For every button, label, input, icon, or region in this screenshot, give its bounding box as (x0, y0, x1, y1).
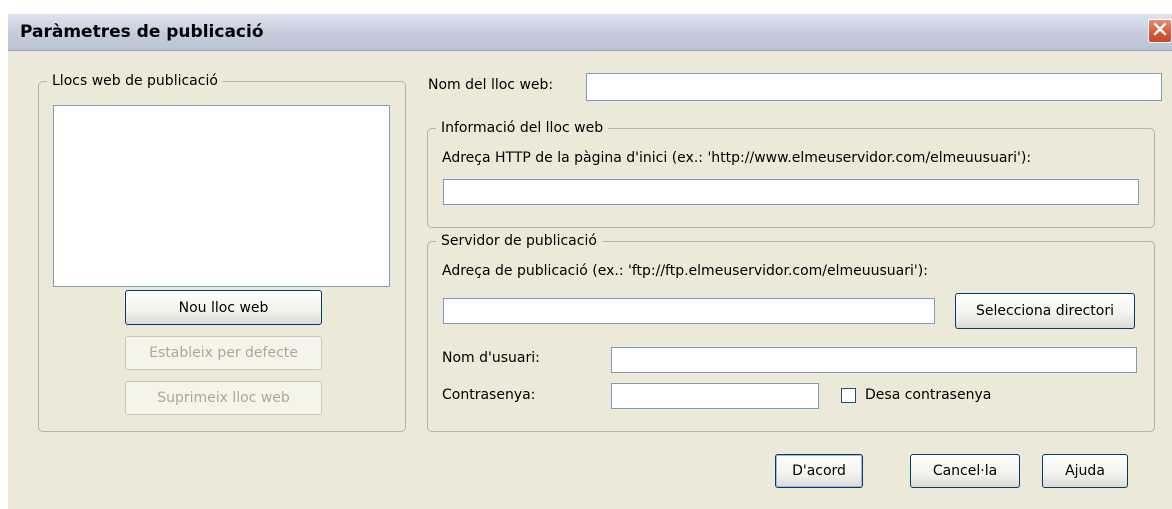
ok-button[interactable]: D'acord (775, 454, 863, 488)
site-name-input[interactable] (586, 73, 1162, 101)
help-button[interactable]: Ajuda (1042, 454, 1128, 488)
cancel-button[interactable]: Cancel·la (910, 454, 1020, 488)
background-page-strip (0, 0, 1172, 10)
server-group-legend: Servidor de publicació (436, 232, 602, 250)
site-info-legend: Informació del lloc web (436, 119, 609, 137)
publish-url-label: Adreça de publicació (ex.: 'ftp://ftp.el… (442, 263, 928, 279)
close-button[interactable] (1148, 19, 1172, 43)
set-default-button[interactable]: Estableix per defecte (125, 336, 322, 370)
site-name-label: Nom del lloc web: (428, 77, 554, 93)
username-input[interactable] (611, 347, 1137, 373)
password-input[interactable] (611, 383, 819, 409)
select-directory-button[interactable]: Selecciona directori (955, 293, 1135, 329)
save-password-checkbox[interactable] (841, 388, 856, 403)
homepage-url-label: Adreça HTTP de la pàgina d'inici (ex.: '… (442, 150, 1032, 166)
new-site-button[interactable]: Nou lloc web (125, 290, 322, 325)
password-label: Contrasenya: (442, 387, 536, 403)
publish-url-input[interactable] (443, 298, 935, 324)
homepage-url-input[interactable] (443, 179, 1139, 205)
sites-list[interactable] (53, 105, 390, 287)
sites-group-legend: Llocs web de publicació (47, 72, 223, 90)
site-info-group: Informació del lloc web (427, 119, 1155, 228)
title-bar: Paràmetres de publicació (8, 14, 1172, 51)
delete-site-button[interactable]: Suprimeix lloc web (125, 381, 322, 415)
close-icon (1153, 22, 1167, 40)
dialog-title: Paràmetres de publicació (20, 22, 264, 42)
save-password-label[interactable]: Desa contrasenya (865, 387, 991, 403)
publish-settings-dialog: Paràmetres de publicació Llocs web de pu… (8, 14, 1172, 509)
username-label: Nom d'usuari: (442, 350, 540, 366)
